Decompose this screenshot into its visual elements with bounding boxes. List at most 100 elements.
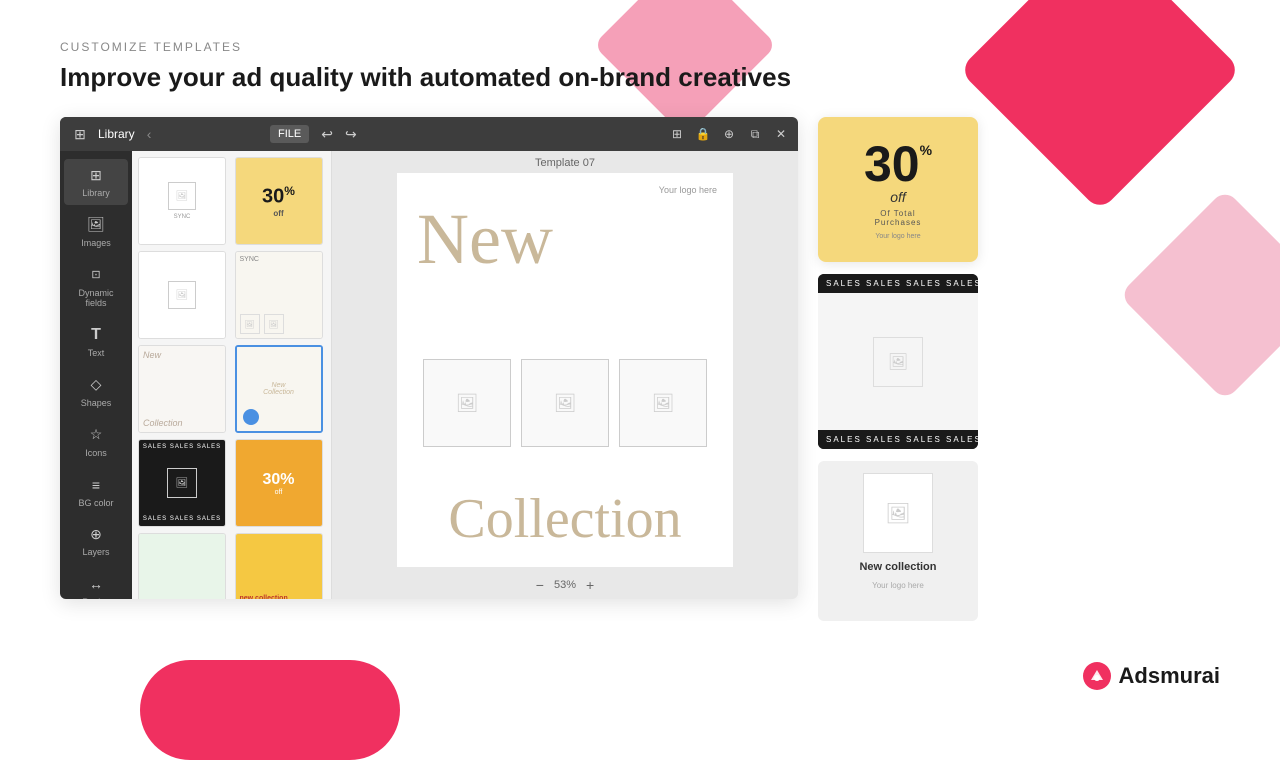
resize-icon: ↔ xyxy=(86,574,106,594)
sidebar-label-dynamic: Dynamic fields xyxy=(72,288,120,310)
editor-panel: ⊞ Library ‹ FILE ↩ ↪ ⊞ 🔒 ⊕ ⧉ xyxy=(60,117,798,599)
preview-nc-title: New collection xyxy=(859,561,936,573)
template-thumb-10[interactable]: new collection new collection new collec… xyxy=(235,533,323,599)
sidebar: ⊞ Library 🖼 Images ⊡ Dynamic fields T Te… xyxy=(60,151,132,599)
sidebar-label-bg-color: BG color xyxy=(78,498,113,509)
lock-icon[interactable]: 🔒 xyxy=(694,125,712,143)
sidebar-label-icons: Icons xyxy=(85,448,107,459)
canvas-zoom: − 53% + xyxy=(526,571,604,599)
duplicate-icon[interactable]: ⧉ xyxy=(746,125,764,143)
sidebar-item-layers[interactable]: ⊕ Layers xyxy=(64,518,128,564)
preview-30-subtitle2: Purchases xyxy=(875,218,922,227)
preview-card-1: 30 % off Of Total Purchases Your logo he… xyxy=(818,117,978,262)
sidebar-item-library[interactable]: ⊞ Library xyxy=(64,159,128,205)
add-icon[interactable]: ⊕ xyxy=(720,125,738,143)
library-section: ⊞ Library ‹ xyxy=(60,117,260,151)
delete-icon[interactable]: ✕ xyxy=(772,125,790,143)
preview-sales-card: SALES SALES SALES SALES SALES 🖼 SALES SA… xyxy=(818,274,978,449)
preview-30-discount: 30 % xyxy=(864,139,932,189)
sidebar-label-resize: Resize xyxy=(82,597,110,599)
canvas-img-2[interactable]: 🖼 xyxy=(521,359,609,447)
library-sidebar-icon: ⊞ xyxy=(86,165,106,185)
template-thumb-8[interactable]: 30% off xyxy=(235,439,323,527)
sidebar-item-icons[interactable]: ☆ Icons xyxy=(64,419,128,465)
canvas-img-3[interactable]: 🖼 xyxy=(619,359,707,447)
template-thumb-6[interactable]: NewCollection xyxy=(235,345,323,433)
redo-button[interactable]: ↪ xyxy=(341,124,361,145)
bg-color-icon: ≡ xyxy=(86,475,106,495)
thumb-7-sales-top: SALES SALES SALES xyxy=(143,444,221,450)
zoom-level: 53% xyxy=(554,579,576,591)
canvas-title: Template 07 xyxy=(535,151,595,173)
template-thumb-1[interactable]: 🖼 SYNC xyxy=(138,157,226,245)
canvas-img-2-icon: 🖼 xyxy=(554,393,577,414)
template-thumb-7[interactable]: SALES SALES SALES 🖼 SALES SALES SALES xyxy=(138,439,226,527)
content-wrapper: CUSTOMIZE TEMPLATES Improve your ad qual… xyxy=(0,0,1280,720)
dynamic-icon: ⊡ xyxy=(86,265,106,285)
thumb-4-images: 🖼 🖼 xyxy=(240,314,318,334)
template-thumb-5[interactable]: New Collection xyxy=(138,345,226,433)
template-library: 🖼 SYNC 30% off 🖼 xyxy=(132,151,332,599)
template-thumb-2[interactable]: 30% off xyxy=(235,157,323,245)
sidebar-item-dynamic[interactable]: ⊡ Dynamic fields xyxy=(64,259,128,316)
preview-sales-bar-top: SALES SALES SALES SALES SALES xyxy=(818,274,978,293)
template-thumb-3[interactable]: 🖼 xyxy=(138,251,226,339)
thumb-4-img2: 🖼 xyxy=(264,314,284,334)
preview-sales-bar-bottom: SALES SALES SALES SALES SALES xyxy=(818,430,978,449)
preview-nc-logo: Your logo here xyxy=(872,581,924,590)
undo-redo-group: ↩ ↪ xyxy=(317,124,360,145)
thumb-5-content: New Collection xyxy=(139,346,225,432)
canvas-img-1[interactable]: 🖼 xyxy=(423,359,511,447)
preview-sales-image: 🖼 xyxy=(873,337,923,387)
library-label: Library xyxy=(98,127,135,141)
thumb-4-text: SYNC xyxy=(240,256,318,263)
sidebar-item-text[interactable]: T Text xyxy=(64,319,128,365)
preview-30-superscript: % xyxy=(920,143,932,157)
app-ui: ⊞ Library ‹ FILE ↩ ↪ ⊞ 🔒 ⊕ ⧉ xyxy=(60,117,1220,621)
canvas-new-text: New xyxy=(417,203,553,275)
canvas-images-row: 🖼 🖼 🖼 xyxy=(413,359,717,447)
grid-icon[interactable]: ⊞ xyxy=(668,125,686,143)
template-thumb-9[interactable]: Tropical hotel xyxy=(138,533,226,599)
preview-nc-image: 🖼 xyxy=(863,473,933,553)
sidebar-item-bg-color[interactable]: ≡ BG color xyxy=(64,469,128,515)
sidebar-item-images[interactable]: 🖼 Images xyxy=(64,209,128,255)
file-section: FILE ↩ ↪ xyxy=(260,117,660,151)
thumb-1-label: SYNC xyxy=(174,214,191,220)
zoom-in-button[interactable]: + xyxy=(584,575,596,595)
page-label: CUSTOMIZE TEMPLATES xyxy=(60,40,1220,54)
thumb-1-content: 🖼 SYNC xyxy=(139,158,225,244)
canvas-content[interactable]: Your logo here New 🖼 🖼 🖼 xyxy=(397,173,733,567)
preview-30-card: 30 % off Of Total Purchases Your logo he… xyxy=(818,117,978,262)
thumb-4-img: 🖼 xyxy=(240,314,260,334)
template-thumb-4[interactable]: SYNC 🖼 🖼 xyxy=(235,251,323,339)
sidebar-label-images: Images xyxy=(81,238,111,249)
undo-button[interactable]: ↩ xyxy=(317,124,337,145)
sidebar-item-resize[interactable]: ↔ Resize xyxy=(64,568,128,599)
full-toolbar: ⊞ Library ‹ FILE ↩ ↪ ⊞ 🔒 ⊕ ⧉ xyxy=(60,117,798,151)
thumb-6-content: NewCollection xyxy=(237,347,321,431)
sidebar-item-shapes[interactable]: ◇ Shapes xyxy=(64,369,128,415)
canvas-logo: Your logo here xyxy=(659,185,717,195)
text-icon: T xyxy=(86,325,106,345)
sidebar-label-shapes: Shapes xyxy=(81,398,112,409)
zoom-out-button[interactable]: − xyxy=(534,575,546,595)
sidebar-label-library: Library xyxy=(82,188,110,199)
preview-sales-main: 🖼 xyxy=(818,293,978,430)
thumb-6-text: NewCollection xyxy=(263,382,294,396)
thumb-8-content: 30% off xyxy=(236,440,322,526)
file-button[interactable]: FILE xyxy=(270,125,309,143)
canvas-collection-text: Collection xyxy=(407,491,723,547)
page-title: Improve your ad quality with automated o… xyxy=(60,62,1220,93)
collapse-button[interactable]: ‹ xyxy=(143,124,156,144)
thumb-5-new: New xyxy=(143,350,221,360)
thumb-7-content: SALES SALES SALES 🖼 SALES SALES SALES xyxy=(139,440,225,526)
sidebar-label-layers: Layers xyxy=(82,547,109,558)
editor-main: ⊞ Library 🖼 Images ⊡ Dynamic fields T Te… xyxy=(60,151,798,599)
preview-30-logo: Your logo here xyxy=(875,233,920,240)
preview-30-subtitle: Of Total xyxy=(880,209,915,218)
thumb-1-img: 🖼 xyxy=(168,182,196,210)
thumb-3-img: 🖼 xyxy=(168,281,196,309)
thumb-7-sales-bot: SALES SALES SALES xyxy=(143,516,221,522)
right-panel: 30 % off Of Total Purchases Your logo he… xyxy=(818,117,978,621)
